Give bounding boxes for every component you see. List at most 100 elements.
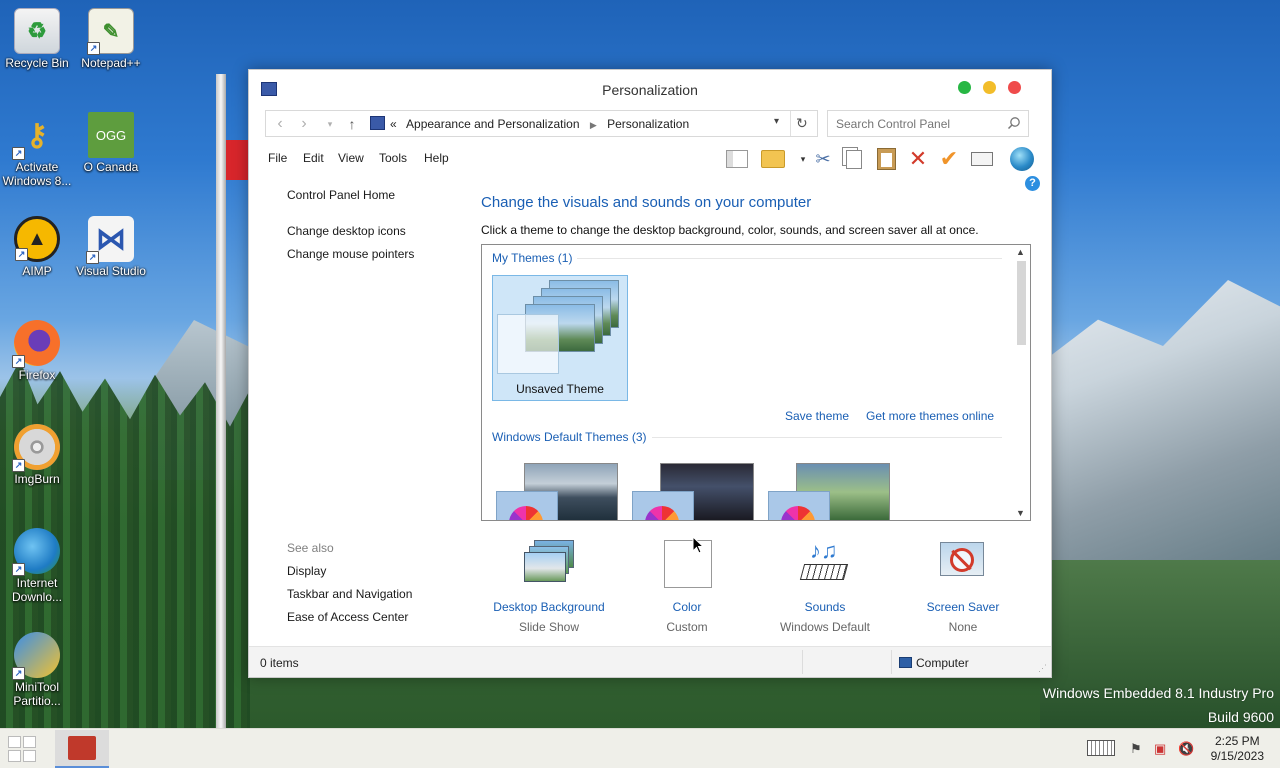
address-dropdown-icon[interactable]: ▾ (774, 116, 779, 127)
themes-scrollbar[interactable]: ▲ ▼ (1013, 245, 1030, 520)
breadcrumb-overflow[interactable]: « (390, 117, 397, 131)
desktop-icon-internet-download-manager[interactable]: ↗ Internet Downlo... (0, 528, 74, 604)
search-icon[interactable] (1007, 116, 1021, 130)
sounds-setting[interactable]: ♪♫ Sounds Windows Default (755, 538, 895, 634)
clock-date: 9/15/2023 (1210, 749, 1264, 763)
display-link[interactable]: Display (287, 564, 326, 578)
clock[interactable]: 2:25 PM 9/15/2023 (1211, 734, 1264, 764)
window-title: Personalization (602, 82, 698, 98)
themes-list: My Themes (1) Unsaved Theme Save theme G… (481, 244, 1031, 521)
taskbar-control-panel[interactable] (55, 730, 109, 768)
group-divider (577, 258, 1002, 259)
network-icon[interactable]: ▣ (1154, 741, 1166, 757)
sounds-value: Windows Default (779, 620, 871, 634)
default-theme-lines[interactable] (632, 463, 754, 520)
color-value: Custom (666, 620, 708, 634)
forward-arrow-icon[interactable]: › (294, 115, 314, 133)
breadcrumb-separator-icon[interactable]: ▶ (590, 120, 597, 130)
desktop-icon-recycle-bin[interactable]: ♻ Recycle Bin (0, 8, 74, 70)
color-setting[interactable]: Color Custom (617, 540, 757, 634)
scroll-down-icon[interactable]: ▼ (1016, 508, 1025, 518)
desktop-icon-o-canada[interactable]: OGG O Canada (74, 112, 148, 174)
desktop-background-value: Slide Show (518, 620, 580, 634)
my-themes-header[interactable]: My Themes (1) (492, 251, 572, 265)
left-pane: Control Panel Home Change desktop icons … (249, 180, 467, 639)
close-button[interactable] (1008, 81, 1021, 94)
unsaved-theme-label: Unsaved Theme (516, 382, 604, 396)
breadcrumb-appearance[interactable]: Appearance and Personalization (406, 117, 579, 131)
search-input[interactable] (828, 111, 998, 136)
cut-icon[interactable]: ✂ (810, 146, 836, 172)
menu-tools[interactable]: Tools (379, 151, 407, 165)
title-bar[interactable]: Personalization (249, 70, 1051, 110)
sounds-icon: ♪♫ (799, 538, 850, 590)
menu-help[interactable]: Help (424, 151, 449, 165)
taskbar-navigation-link[interactable]: Taskbar and Navigation (287, 587, 412, 601)
computer-icon (899, 657, 912, 668)
minitool-partition-icon: ↗ (12, 632, 60, 680)
menu-file[interactable]: File (268, 151, 287, 165)
windows-build-watermark: Build 9600 (1207, 709, 1274, 725)
desktop-background-setting[interactable]: Desktop Background Slide Show (479, 540, 619, 634)
screen-saver-setting[interactable]: Screen Saver None (893, 540, 1033, 634)
default-theme-windows[interactable] (496, 463, 618, 520)
action-center-flag-icon[interactable]: ⚑ (1130, 741, 1142, 757)
status-location-label: Computer (916, 656, 969, 670)
page-description: Click a theme to change the desktop back… (481, 223, 979, 237)
search-box[interactable] (827, 110, 1029, 137)
default-themes-header[interactable]: Windows Default Themes (3) (492, 430, 647, 444)
breadcrumb-personalization[interactable]: Personalization (607, 117, 689, 131)
change-mouse-pointers-link[interactable]: Change mouse pointers (287, 247, 414, 261)
layout-icon[interactable] (724, 146, 750, 172)
desktop-icon-visual-studio[interactable]: ⋈ ↗ Visual Studio (74, 216, 148, 278)
globe-icon[interactable] (1009, 146, 1035, 172)
status-divider (891, 650, 892, 674)
breadcrumb: « Appearance and Personalization ▶ Perso… (390, 117, 689, 131)
desktop-icon-aimp[interactable]: ▲ ↗ AIMP (0, 216, 74, 278)
firefox-icon: ↗ (12, 320, 60, 368)
scroll-up-icon[interactable]: ▲ (1016, 247, 1025, 257)
start-button[interactable] (8, 736, 38, 762)
desktop-background-title: Desktop Background (493, 600, 605, 614)
menu-view[interactable]: View (338, 151, 364, 165)
properties-check-icon[interactable]: ✔ (936, 146, 962, 172)
desktop-icon-minitool-partition[interactable]: ↗ MiniTool Partitio... (0, 632, 74, 708)
copy-icon[interactable] (841, 146, 867, 172)
visual-studio-icon: ⋈ ↗ (86, 216, 134, 264)
maximize-button[interactable] (958, 81, 971, 94)
menu-edit[interactable]: Edit (303, 151, 324, 165)
windows-logo-icon (8, 736, 21, 748)
rename-icon[interactable] (969, 146, 995, 172)
address-bar[interactable]: ‹ › ▾ ↑ « Appearance and Personalization… (265, 110, 818, 137)
up-arrow-icon[interactable]: ↑ (342, 115, 362, 133)
back-arrow-icon[interactable]: ‹ (270, 115, 290, 133)
delete-icon[interactable]: ✕ (905, 146, 931, 172)
help-icon[interactable]: ? (1025, 176, 1040, 191)
minimize-button[interactable] (983, 81, 996, 94)
ease-of-access-link[interactable]: Ease of Access Center (287, 610, 408, 624)
imgburn-icon: ↗ (12, 424, 60, 472)
scroll-thumb[interactable] (1017, 261, 1026, 345)
recent-pages-dropdown-icon[interactable]: ▾ (320, 115, 340, 133)
unsaved-theme-tile[interactable]: Unsaved Theme (492, 275, 628, 401)
refresh-icon[interactable]: ↻ (796, 115, 808, 132)
touch-keyboard-icon[interactable] (1087, 740, 1115, 759)
theme-color-wheel (768, 491, 830, 520)
status-bar: 0 items Computer ⋰ (249, 646, 1051, 677)
control-panel-home-link[interactable]: Control Panel Home (287, 188, 395, 202)
desktop-icon-imgburn[interactable]: ↗ ImgBurn (0, 424, 74, 486)
default-theme-landscapes[interactable] (768, 463, 890, 520)
desktop-icon-activate-windows[interactable]: ⚷ ↗ Activate Windows 8... (0, 112, 74, 189)
resize-grip-icon[interactable]: ⋰ (1038, 663, 1047, 674)
folder-icon[interactable] (760, 146, 786, 172)
desktop-icon-firefox[interactable]: ↗ Firefox (0, 320, 74, 382)
change-desktop-icons-link[interactable]: Change desktop icons (287, 224, 406, 238)
group-divider (652, 437, 1002, 438)
desktop-icon-notepadpp[interactable]: ✎ ↗ Notepad++ (74, 8, 148, 70)
activate-key-icon: ⚷ ↗ (12, 112, 60, 160)
save-theme-link[interactable]: Save theme (785, 409, 849, 423)
desktop-background-icon (524, 540, 574, 590)
get-more-themes-link[interactable]: Get more themes online (866, 409, 994, 423)
paste-icon[interactable] (873, 146, 899, 172)
volume-muted-icon[interactable]: 🔇 (1178, 741, 1194, 757)
